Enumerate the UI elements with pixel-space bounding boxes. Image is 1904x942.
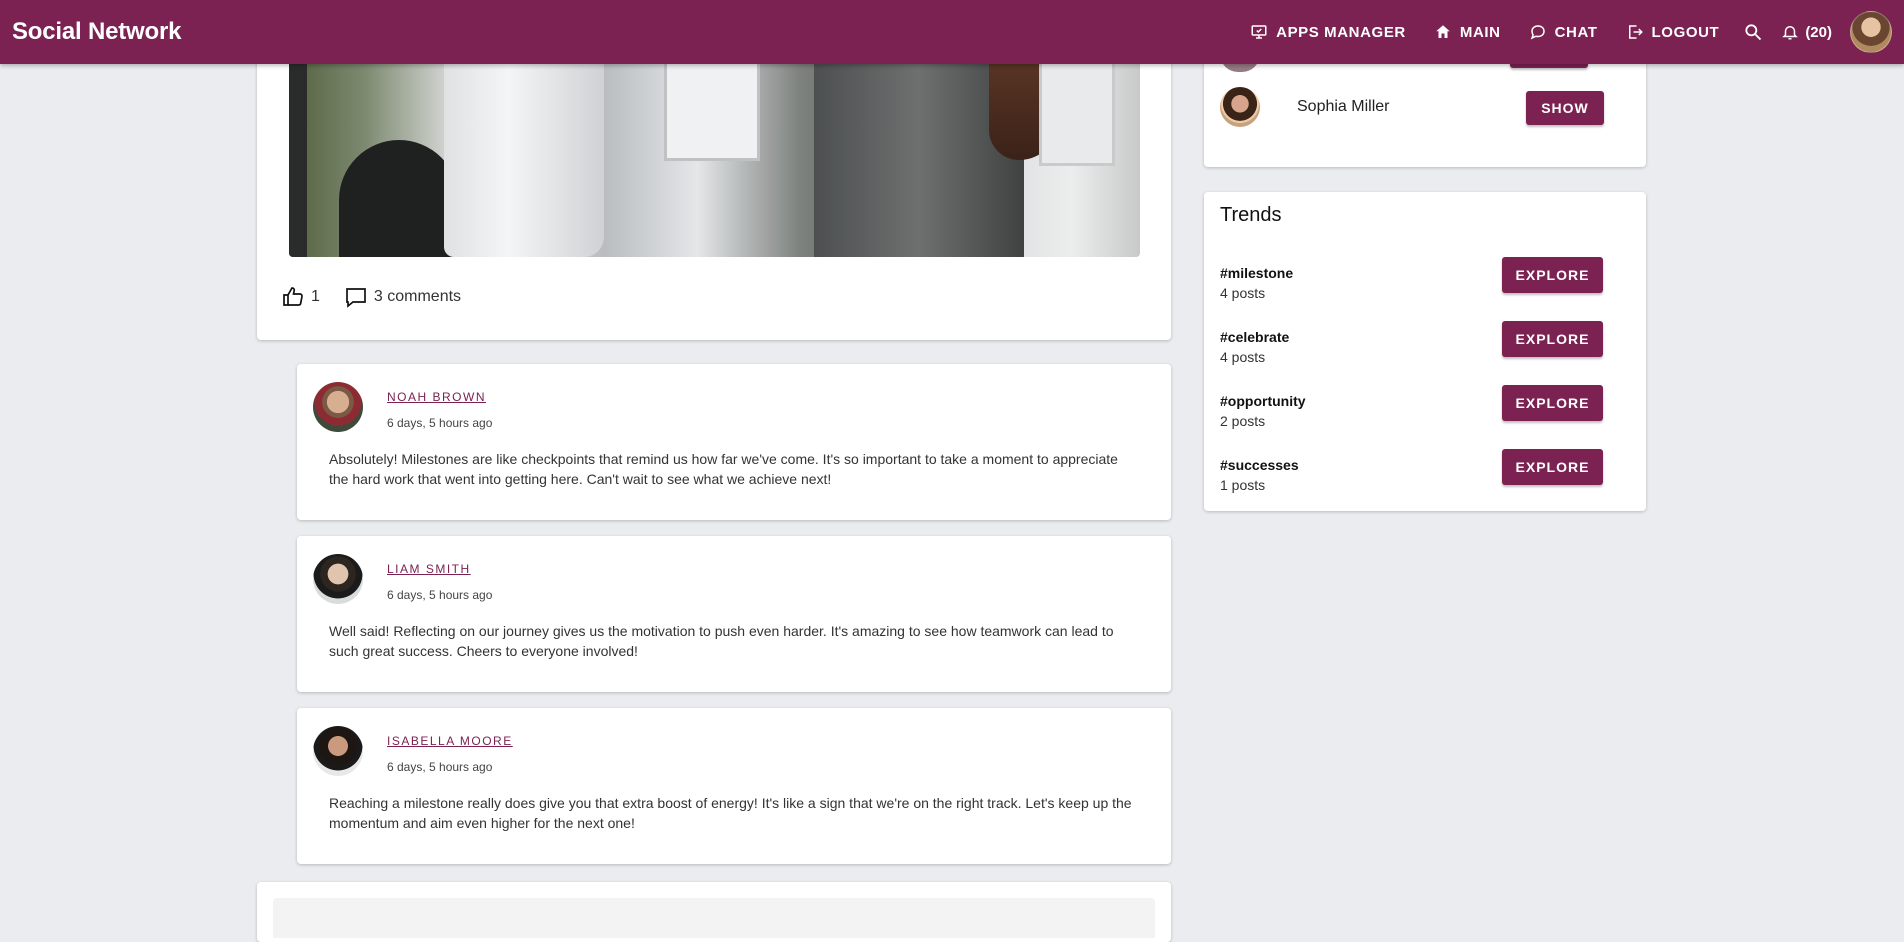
nav-chat-label: CHAT bbox=[1554, 23, 1598, 41]
image-detail bbox=[664, 55, 760, 161]
trend-tag: #successes bbox=[1220, 457, 1299, 473]
comments-button[interactable]: 3 comments bbox=[344, 285, 461, 309]
search-button[interactable] bbox=[1733, 22, 1773, 42]
comment-author-link[interactable]: ISABELLA MOORE bbox=[387, 734, 513, 748]
comment-text: Well said! Reflecting on our journey giv… bbox=[329, 623, 1114, 659]
avatar[interactable] bbox=[313, 726, 363, 776]
trend-tag: #opportunity bbox=[1220, 393, 1306, 409]
trends-card: Trends #milestone 4 posts EXPLORE #celeb… bbox=[1204, 192, 1646, 511]
trend-item: #successes 1 posts EXPLORE bbox=[1220, 449, 1630, 505]
trend-count: 4 posts bbox=[1220, 285, 1266, 301]
user-avatar[interactable] bbox=[1850, 11, 1892, 53]
explore-button[interactable]: EXPLORE bbox=[1502, 321, 1603, 357]
comment-card: LIAM SMITH 6 days, 5 hours ago Well said… bbox=[297, 536, 1171, 692]
trends-title: Trends bbox=[1220, 204, 1282, 226]
thumbs-up-icon bbox=[283, 287, 303, 306]
nav-apps-manager[interactable]: APPS MANAGER bbox=[1236, 12, 1420, 52]
app-title[interactable]: Social Network bbox=[12, 0, 181, 64]
comment-text: Reaching a milestone really does give yo… bbox=[329, 795, 1132, 831]
image-detail bbox=[339, 140, 459, 257]
trend-item: #opportunity 2 posts EXPLORE bbox=[1220, 385, 1630, 441]
comment-timestamp: 6 days, 5 hours ago bbox=[387, 416, 493, 430]
image-detail bbox=[289, 40, 307, 257]
new-post-card bbox=[257, 882, 1171, 942]
like-button[interactable]: 1 bbox=[281, 285, 320, 309]
trend-count: 2 posts bbox=[1220, 413, 1266, 429]
post-actions: 1 3 comments bbox=[281, 285, 461, 309]
comment-icon bbox=[346, 288, 366, 308]
new-post-input[interactable] bbox=[273, 898, 1155, 938]
top-app-bar: Social Network APPS MANAGER MAIN CHAT LO… bbox=[0, 0, 1904, 64]
nav-main-label: MAIN bbox=[1459, 23, 1501, 41]
avatar[interactable] bbox=[313, 382, 363, 432]
nav-logout[interactable]: LOGOUT bbox=[1612, 12, 1734, 52]
comment-card: NOAH BROWN 6 days, 5 hours ago Absolutel… bbox=[297, 364, 1171, 520]
nav-apps-manager-label: APPS MANAGER bbox=[1276, 23, 1406, 41]
notifications-count: (20) bbox=[1805, 23, 1832, 41]
logout-icon bbox=[1628, 25, 1643, 39]
trend-item: #milestone 4 posts EXPLORE bbox=[1220, 257, 1630, 313]
comment-text: Absolutely! Milestones are like checkpoi… bbox=[329, 451, 1118, 487]
search-icon bbox=[1745, 24, 1762, 41]
nav-main[interactable]: MAIN bbox=[1420, 12, 1515, 52]
comment-card: ISABELLA MOORE 6 days, 5 hours ago Reach… bbox=[297, 708, 1171, 864]
nav-logout-label: LOGOUT bbox=[1651, 23, 1720, 41]
friend-name: Sophia Miller bbox=[1297, 98, 1390, 115]
comment-author-link[interactable]: NOAH BROWN bbox=[387, 390, 486, 404]
explore-button[interactable]: EXPLORE bbox=[1502, 257, 1603, 293]
comment-timestamp: 6 days, 5 hours ago bbox=[387, 588, 493, 602]
comment-author-link[interactable]: LIAM SMITH bbox=[387, 562, 471, 576]
apps-manager-icon bbox=[1251, 25, 1267, 39]
trend-count: 4 posts bbox=[1220, 349, 1266, 365]
avatar[interactable] bbox=[1220, 87, 1260, 127]
trend-item: #celebrate 4 posts EXPLORE bbox=[1220, 321, 1630, 377]
show-friend-button[interactable]: SHOW bbox=[1526, 91, 1604, 125]
top-nav: APPS MANAGER MAIN CHAT LOGOUT (20) bbox=[1236, 0, 1904, 64]
trend-tag: #milestone bbox=[1220, 265, 1294, 281]
bell-icon bbox=[1782, 26, 1799, 40]
trend-count: 1 posts bbox=[1220, 477, 1266, 493]
trend-tag: #celebrate bbox=[1220, 329, 1290, 345]
explore-button[interactable]: EXPLORE bbox=[1502, 385, 1603, 421]
comment-timestamp: 6 days, 5 hours ago bbox=[387, 760, 493, 774]
friend-row: Sophia Miller SHOW bbox=[1220, 87, 1630, 129]
home-icon bbox=[1436, 25, 1450, 38]
like-count: 1 bbox=[311, 288, 320, 305]
notifications-button[interactable]: (20) bbox=[1773, 23, 1844, 41]
explore-button[interactable]: EXPLORE bbox=[1502, 449, 1603, 485]
comments-count: 3 comments bbox=[373, 288, 462, 305]
nav-chat[interactable]: CHAT bbox=[1515, 12, 1612, 52]
chat-icon bbox=[1530, 25, 1545, 40]
avatar[interactable] bbox=[313, 554, 363, 604]
